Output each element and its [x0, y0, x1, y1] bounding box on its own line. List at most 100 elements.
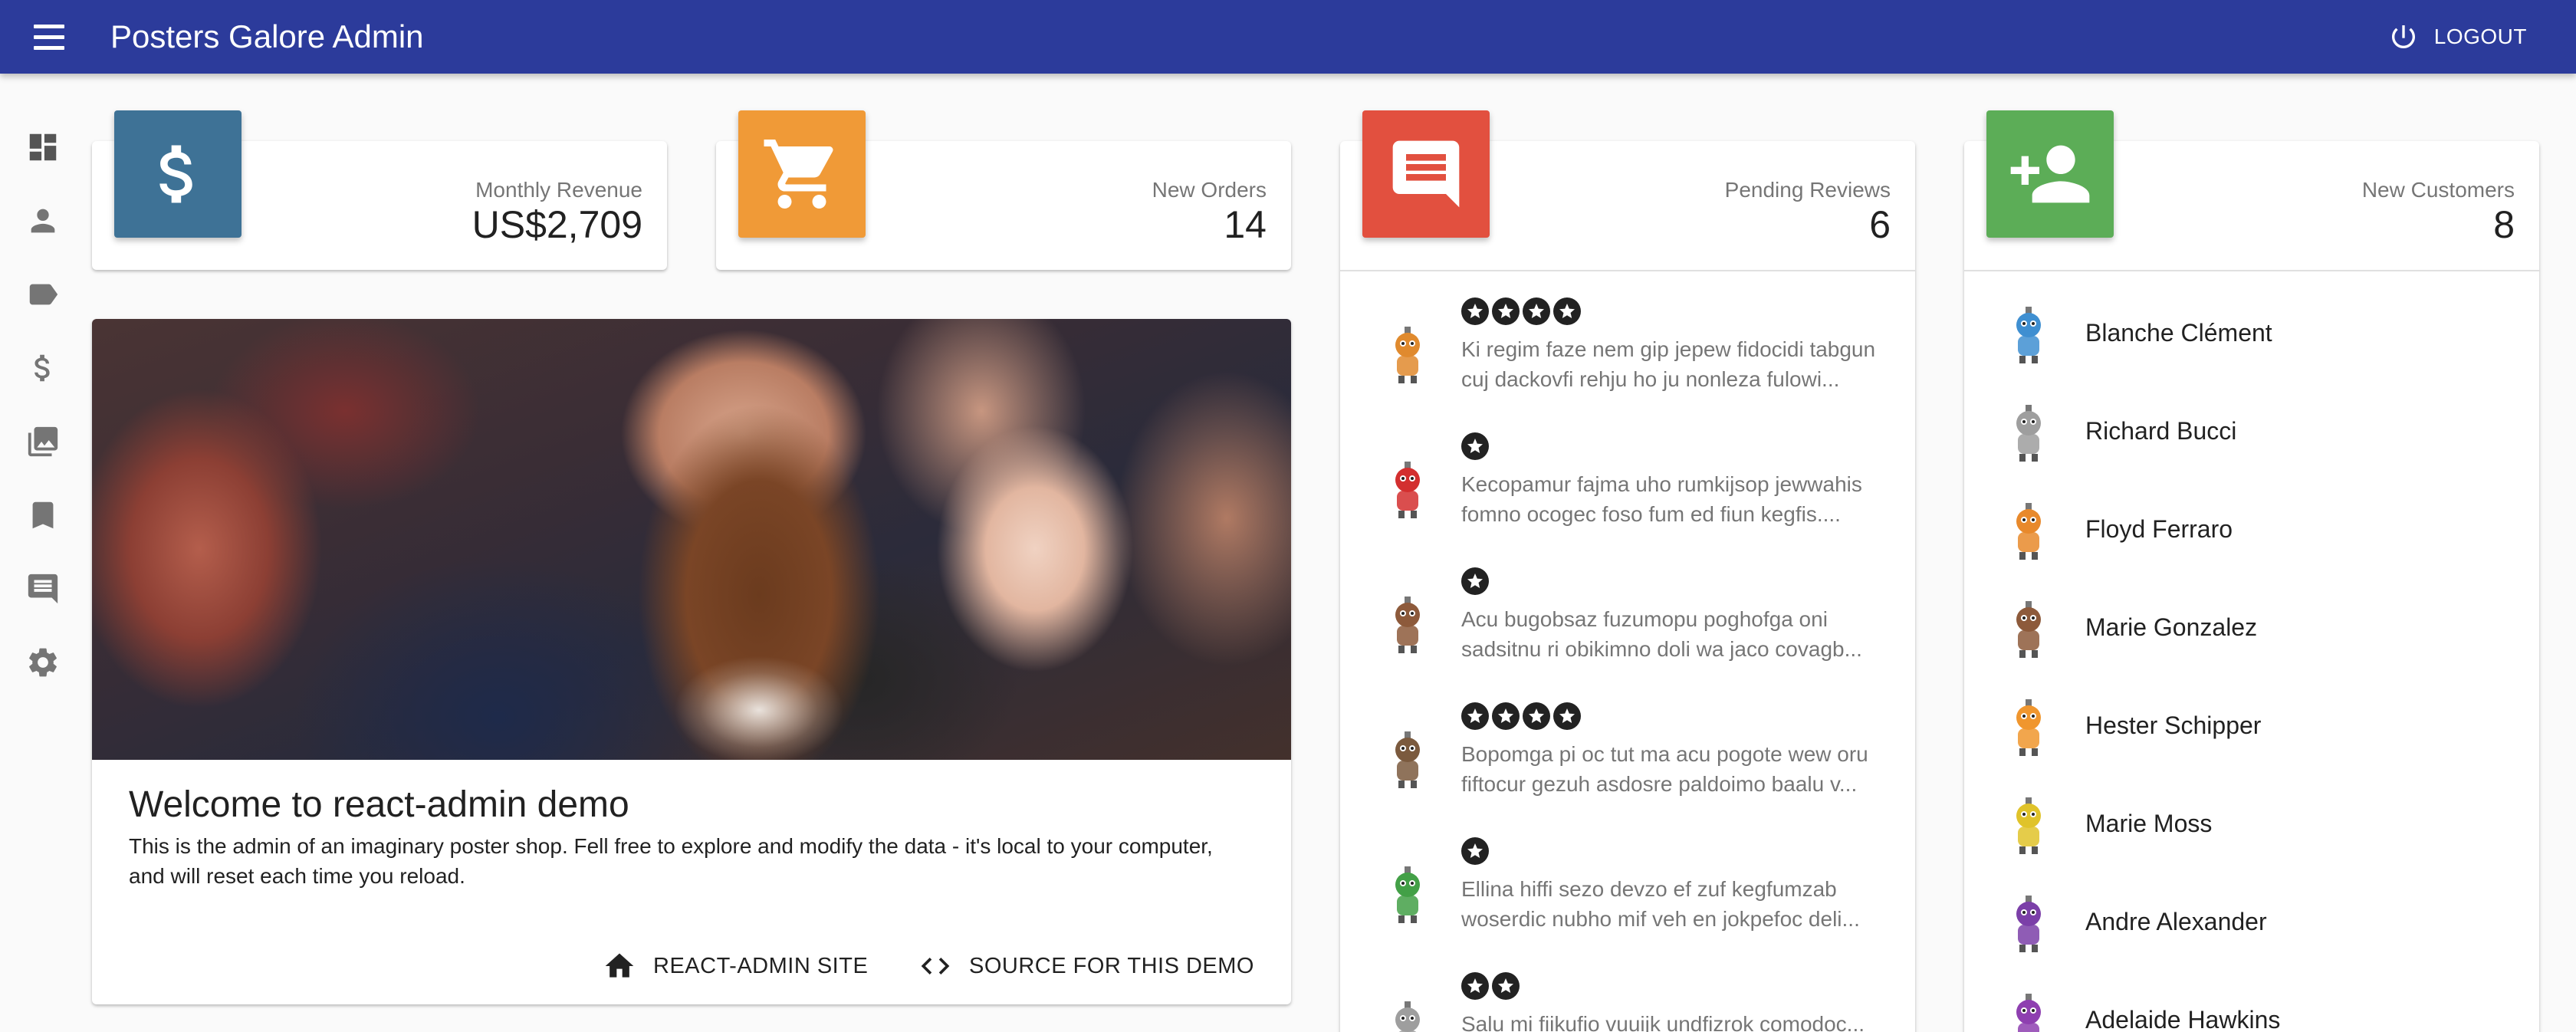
customer-name: Adelaide Hawkins [2085, 1006, 2281, 1032]
star-icon [1461, 567, 1489, 595]
star-icon [1553, 297, 1581, 325]
star-icon [1492, 297, 1520, 325]
star-icon [1461, 972, 1489, 1000]
new-orders-label: New Orders [1152, 178, 1267, 202]
sidebar [0, 74, 84, 1032]
sidebar-item-configuration[interactable] [23, 643, 63, 682]
monthly-revenue-value: US$2,709 [472, 203, 642, 246]
new-orders-value: 14 [1224, 203, 1267, 246]
robot-avatar-icon [2016, 503, 2041, 560]
review-item[interactable]: Kecopamur fajma uho rumkijsop jewwahis f… [1340, 406, 1915, 541]
review-item[interactable]: Ki regim faze nem gip jepew fidocidi tab… [1340, 271, 1915, 406]
comment-icon [1392, 140, 1460, 208]
avatar [1383, 865, 1437, 926]
avatar [1383, 460, 1437, 521]
customer-name: Hester Schipper [2085, 712, 2262, 739]
avatar [2004, 796, 2053, 857]
rating-stars [1461, 702, 1581, 730]
power-icon [2391, 25, 2415, 48]
sidebar-item-products[interactable] [23, 422, 63, 462]
customer-item[interactable]: Andre Alexander [1964, 871, 2539, 969]
rating-stars [1461, 837, 1489, 865]
customer-item[interactable]: Blanche Clément [1964, 282, 2539, 380]
avatar [2004, 403, 2053, 465]
bookmark-icon [32, 501, 54, 529]
robot-avatar-icon [1395, 462, 1420, 518]
review-comment: Acu bugobsaz fuzumopu poghofga oni sadsi… [1461, 607, 1862, 661]
robot-avatar-icon [1395, 1001, 1420, 1032]
robot-avatar-icon [2016, 797, 2041, 854]
welcome-title: Welcome to react-admin demo [129, 784, 629, 825]
dollar-icon [34, 354, 50, 382]
sidebar-item-customers[interactable] [23, 201, 63, 241]
robot-avatar-icon [1395, 327, 1420, 383]
robot-avatar-icon [1395, 866, 1420, 923]
star-icon [1461, 432, 1489, 460]
sidebar-item-reviews[interactable] [23, 569, 63, 609]
reviews-icon-tile [1362, 110, 1490, 238]
pending-reviews-label: Pending Reviews [1724, 178, 1891, 202]
react-admin-site-button[interactable]: REACT-ADMIN SITE [603, 945, 868, 988]
customer-item[interactable]: Marie Moss [1964, 773, 2539, 871]
star-icon [1461, 702, 1489, 730]
sidebar-item-orders[interactable] [23, 348, 63, 388]
new-customers-label: New Customers [2361, 178, 2515, 202]
review-item[interactable]: Bopomga pi oc tut ma acu pogote wew oru … [1340, 676, 1915, 811]
avatar [2004, 600, 2053, 661]
home-icon [605, 953, 634, 978]
star-icon [1461, 297, 1489, 325]
app-bar: Posters Galore Admin LOGOUT [0, 0, 2576, 74]
react-admin-site-label: REACT-ADMIN SITE [653, 953, 869, 978]
robot-avatar-icon [1395, 731, 1420, 788]
rating-stars [1461, 972, 1520, 1000]
customer-item[interactable]: Richard Bucci [1964, 380, 2539, 478]
customer-item[interactable]: Marie Gonzalez [1964, 577, 2539, 675]
monthly-revenue-label: Monthly Revenue [475, 178, 642, 202]
avatar [2004, 698, 2053, 759]
review-item[interactable]: Acu bugobsaz fuzumopu poghofga oni sadsi… [1340, 541, 1915, 676]
review-comment: Bopomga pi oc tut ma acu pogote wew oru … [1461, 742, 1868, 796]
avatar [1383, 325, 1437, 386]
customer-name: Andre Alexander [2085, 908, 2267, 935]
logout-label: LOGOUT [2433, 25, 2527, 48]
menu-icon[interactable] [34, 20, 77, 54]
review-comment: Ki regim faze nem gip jepew fidocidi tab… [1461, 337, 1876, 391]
rating-stars [1461, 297, 1581, 325]
robot-avatar-icon [2016, 601, 2041, 658]
robot-avatar-icon [2016, 307, 2041, 363]
sidebar-item-segments[interactable] [23, 274, 63, 314]
source-for-demo-label: SOURCE FOR THIS DEMO [969, 953, 1254, 978]
avatar [2004, 894, 2053, 955]
customer-item[interactable]: Floyd Ferraro [1964, 478, 2539, 577]
customer-name: Floyd Ferraro [2085, 515, 2233, 543]
pending-reviews-card: Pending Reviews 6 Ki regim faze nem gip … [1340, 141, 1915, 1032]
rating-stars [1461, 432, 1489, 460]
review-item[interactable]: Salu mi fiikufio vuuijk undfizrok comodo… [1340, 946, 1915, 1032]
sidebar-item-dashboard[interactable] [23, 127, 63, 167]
star-icon [1492, 972, 1520, 1000]
robot-avatar-icon [2016, 699, 2041, 756]
source-for-demo-button[interactable]: SOURCE FOR THIS DEMO [918, 945, 1254, 988]
gear-icon [29, 648, 57, 677]
review-item[interactable]: Ellina hiffi sezo devzo ef zuf kegfumzab… [1340, 811, 1915, 946]
dollar-icon [159, 145, 192, 203]
sidebar-item-categories[interactable] [23, 495, 63, 535]
comment-icon [28, 574, 58, 604]
logout-button[interactable]: LOGOUT [2388, 17, 2527, 57]
customer-item[interactable]: Hester Schipper [1964, 675, 2539, 773]
customer-item[interactable]: Adelaide Hawkins [1964, 969, 2539, 1032]
rating-stars [1461, 567, 1489, 595]
cart-icon [764, 140, 833, 209]
star-icon [1523, 297, 1550, 325]
star-icon [1553, 702, 1581, 730]
customer-name: Marie Gonzalez [2085, 613, 2258, 641]
avatar [1383, 730, 1437, 791]
avatar [1383, 595, 1437, 656]
customers-icon-tile [1986, 110, 2114, 238]
revenue-icon-tile [114, 110, 242, 238]
person-add-icon [2010, 145, 2090, 203]
welcome-card: Welcome to react-admin demo This is the … [92, 319, 1291, 1004]
customer-name: Blanche Clément [2085, 319, 2272, 347]
avatar [1383, 1000, 1437, 1032]
robot-avatar-icon [2016, 405, 2041, 462]
